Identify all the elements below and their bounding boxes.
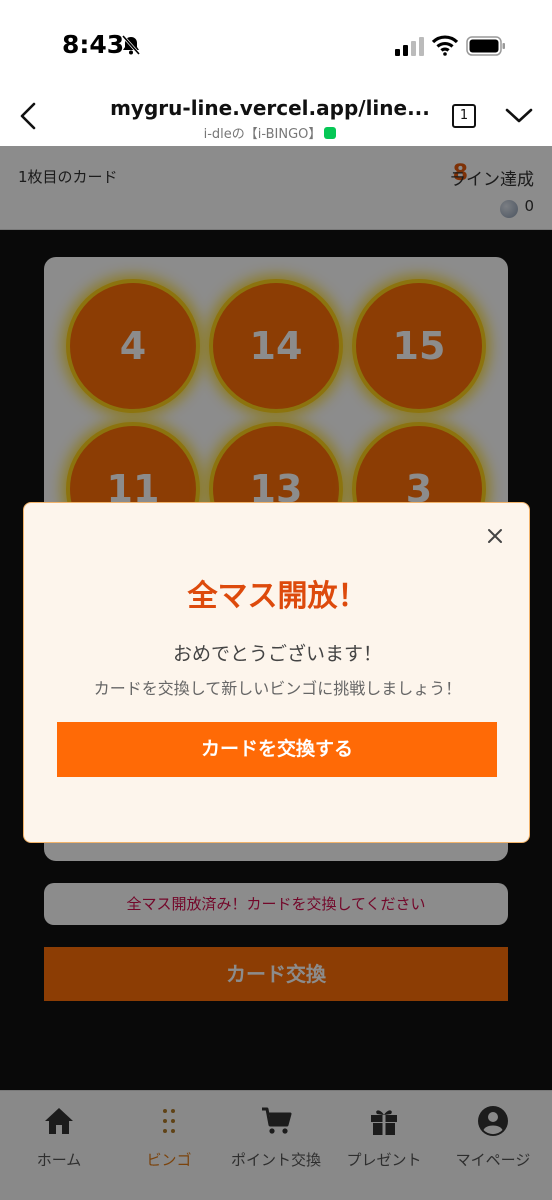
close-icon[interactable]: [486, 527, 504, 545]
status-bar: 8:43: [0, 0, 552, 90]
browser-header: mygru-line.vercel.app/line... i-dleの【i-B…: [0, 90, 552, 146]
url-text[interactable]: mygru-line.vercel.app/line...: [80, 96, 460, 120]
battery-icon: [466, 36, 505, 56]
wifi-icon: [431, 35, 459, 56]
site-subtitle: i-dleの【i-BINGO】: [80, 123, 460, 142]
verified-badge-icon: [324, 127, 337, 139]
modal-title: 全マス開放！: [187, 579, 368, 614]
exchange-card-button[interactable]: カードを交換する: [57, 722, 497, 777]
status-time: 8:43: [62, 30, 125, 59]
bell-slash-icon: [121, 35, 141, 55]
modal-submessage: カードを交換して新しいビンゴに挑戦しましょう！: [93, 679, 462, 698]
tabs-button[interactable]: 1: [452, 104, 476, 128]
signal-icon: [395, 37, 424, 56]
modal-message: おめでとうございます！: [172, 643, 382, 665]
completion-modal: 全マス開放！ おめでとうございます！ カードを交換して新しいビンゴに挑戦しましょ…: [23, 502, 530, 843]
site-subtitle-text: i-dleの【i-BINGO】: [203, 127, 322, 142]
back-chevron-icon[interactable]: [14, 100, 44, 132]
chevron-down-icon[interactable]: [503, 104, 535, 126]
